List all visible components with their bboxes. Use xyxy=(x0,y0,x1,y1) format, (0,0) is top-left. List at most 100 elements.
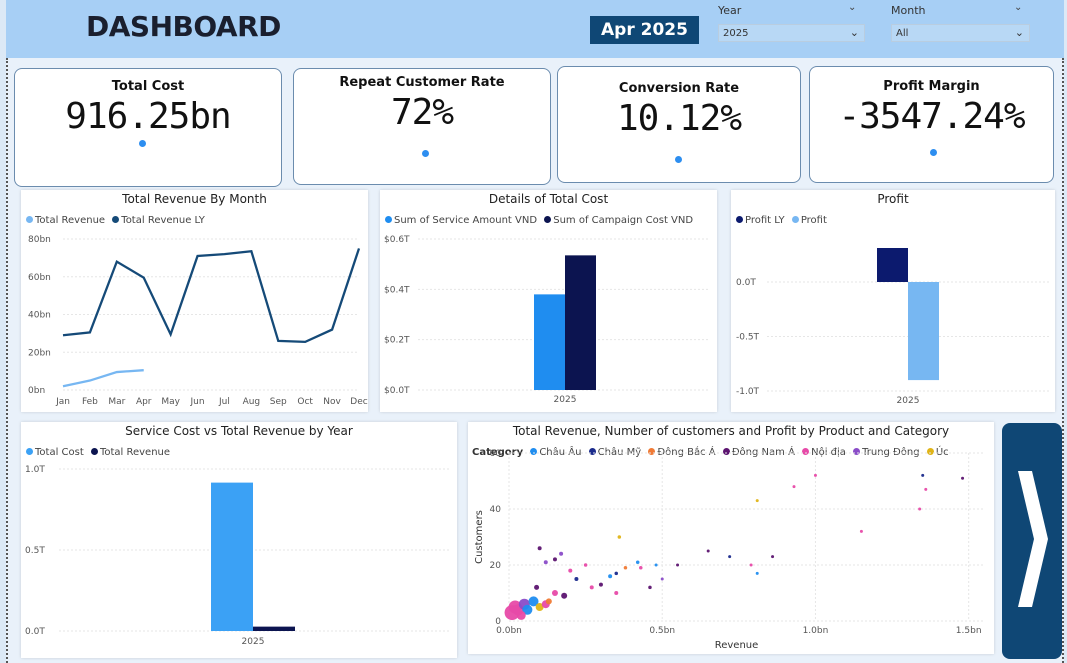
y-tick-label: 80bn xyxy=(28,235,51,245)
chart-profit[interactable]: Profit Profit LY Profit 0.0T -0.5T -1.0T 20… xyxy=(731,190,1055,412)
scatter-point xyxy=(654,563,658,567)
month-slicer-label: Month xyxy=(891,4,926,17)
scatter-point xyxy=(918,507,922,511)
bar-chart-svg: $0.0T $0.2T $0.4T $0.6T 2025 xyxy=(384,235,710,405)
y-tick-label: $0.6T xyxy=(384,235,410,245)
scatter-point xyxy=(574,577,579,581)
y-tick-label: 0.5T xyxy=(25,546,45,556)
scatter-point xyxy=(583,563,588,567)
scatter-point xyxy=(639,566,643,570)
y-tick-label: 20 xyxy=(490,561,502,571)
kpi-value: -3547.24% xyxy=(838,96,1025,137)
chart-service-cost-vs-revenue[interactable]: Service Cost vs Total Revenue by Year To… xyxy=(21,422,457,658)
y-tick-label: 40bn xyxy=(28,311,51,321)
y-tick-label: 1.0T xyxy=(25,465,45,475)
chevron-down-icon: ⌄ xyxy=(1014,26,1024,39)
scatter-point xyxy=(608,574,613,579)
y-tick-label: $0.4T xyxy=(384,285,410,295)
scatter-point xyxy=(755,571,759,575)
chart-details-total-cost[interactable]: Details of Total Cost Sum of Service Amo… xyxy=(380,190,717,412)
bar xyxy=(877,248,908,282)
scatter-point xyxy=(961,476,965,480)
kpi-indicator-dot xyxy=(422,150,429,157)
y-tick-label: -1.0T xyxy=(736,387,760,397)
bar-chart-svg: 0.0T 0.5T 1.0T 2025 xyxy=(25,465,449,647)
kpi-title: Repeat Customer Rate xyxy=(339,75,505,90)
chart-revenue-customers-profit[interactable]: Total Revenue, Number of customers and P… xyxy=(468,422,994,654)
scatter-point xyxy=(552,557,557,562)
page-title: DASHBOARD xyxy=(86,10,281,43)
scatter-point xyxy=(534,584,540,590)
bar xyxy=(908,282,939,381)
kpi-value: 72% xyxy=(390,92,454,133)
scatter-point xyxy=(614,571,619,576)
x-tick-label: Jul xyxy=(218,397,230,407)
scatter-point xyxy=(635,560,640,564)
y-tick-label: 0bn xyxy=(28,386,45,396)
scatter-point xyxy=(537,546,542,551)
y-tick-label: 0.0T xyxy=(736,278,756,288)
scatter-point xyxy=(924,487,928,491)
chevron-down-icon: ⌄ xyxy=(849,26,859,39)
x-tick-label: May xyxy=(161,397,180,407)
x-tick-label: Nov xyxy=(323,397,341,407)
x-tick-label: 0.5bn xyxy=(649,626,675,636)
scatter-point xyxy=(921,473,925,477)
scatter-point xyxy=(792,485,796,489)
kpi-indicator-dot xyxy=(139,140,146,147)
scatter-point xyxy=(561,592,568,599)
x-tick-label: 1.0bn xyxy=(803,626,829,636)
x-tick-label: Mar xyxy=(108,397,125,407)
scatter-chart-svg: 02040600.0bn 0.5bn 1.0bn 1.5bnRevenueCustom… xyxy=(474,449,984,651)
scatter-point xyxy=(755,499,759,503)
scatter-point xyxy=(623,566,628,570)
x-tick-label: Apr xyxy=(136,397,152,407)
month-collapse-chevron-icon[interactable]: ⌄ xyxy=(1014,2,1022,13)
bar xyxy=(565,255,596,390)
period-badge: Apr 2025 xyxy=(590,16,699,44)
x-tick-label: Dec xyxy=(350,397,367,407)
kpi-profit-margin[interactable]: Profit Margin -3547.24% xyxy=(809,66,1054,183)
year-collapse-chevron-icon[interactable]: ⌄ xyxy=(848,2,856,13)
x-tick-label: Aug xyxy=(243,397,261,407)
y-tick-label: 40 xyxy=(490,505,502,515)
x-tick-label: Oct xyxy=(297,397,313,407)
bar xyxy=(211,482,253,631)
chevron-right-icon xyxy=(1018,471,1048,607)
y-tick-label: $0.2T xyxy=(384,336,410,346)
scatter-point xyxy=(728,555,732,559)
line-chart-svg: 0bn 20bn 40bn 60bn 80bn Jan Feb Mar Apr May Jun Jul… xyxy=(28,235,368,407)
scatter-point xyxy=(771,555,775,559)
scatter-point xyxy=(706,549,710,553)
x-tick-label: 0.0bn xyxy=(496,626,522,636)
scatter-point xyxy=(551,590,558,596)
y-tick-label: $0.0T xyxy=(384,386,410,396)
scatter-point xyxy=(545,598,552,605)
year-slicer-label: Year xyxy=(718,4,742,17)
scatter-point xyxy=(660,577,664,581)
y-tick-label: 0.0T xyxy=(25,627,45,637)
y-tick-label: -0.5T xyxy=(736,333,760,343)
scatter-point xyxy=(859,529,863,533)
y-tick-label: 60 xyxy=(490,449,502,459)
next-page-button[interactable] xyxy=(1002,423,1062,659)
kpi-repeat-customer-rate[interactable]: Repeat Customer Rate 72% xyxy=(293,68,551,185)
kpi-indicator-dot xyxy=(675,156,682,163)
x-tick-label: Jan xyxy=(55,397,70,407)
chart-revenue-by-month[interactable]: Total Revenue By Month Total Revenue Tot… xyxy=(21,190,368,412)
scatter-point xyxy=(543,560,548,565)
scatter-point xyxy=(516,610,526,620)
header-bar: DASHBOARD Apr 2025 Year ⌄ 2025 ⌄ Month ⌄… xyxy=(6,0,1064,58)
x-tick-label: 1.5bn xyxy=(956,626,982,636)
kpi-conversion-rate[interactable]: Conversion Rate 10.12% xyxy=(557,66,801,183)
scatter-point xyxy=(648,585,652,590)
x-tick-label: 2025 xyxy=(554,395,577,405)
month-slicer-dropdown[interactable]: All ⌄ xyxy=(891,24,1030,42)
scatter-point xyxy=(749,563,753,567)
x-axis-label: Revenue xyxy=(715,640,759,651)
kpi-title: Total Cost xyxy=(111,79,185,94)
year-slicer-dropdown[interactable]: 2025 ⌄ xyxy=(718,24,865,42)
kpi-total-cost[interactable]: Total Cost 916.25bn xyxy=(14,68,282,187)
x-tick-label: Sep xyxy=(270,397,287,407)
kpi-indicator-dot xyxy=(930,149,937,156)
